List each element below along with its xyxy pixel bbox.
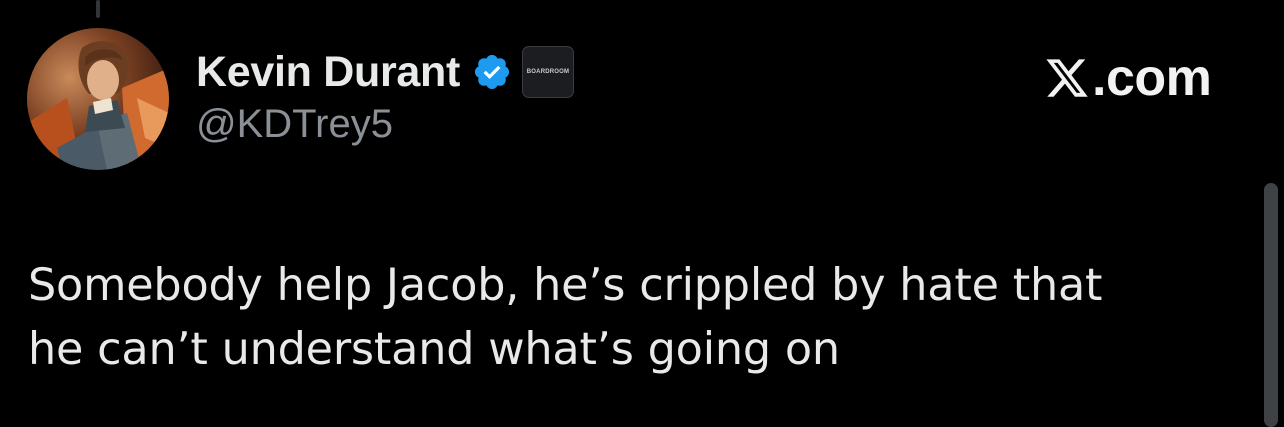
tweet-text-line-1: Somebody help Jacob, he’s crippled by ha… xyxy=(28,260,1103,311)
brand-watermark: .com xyxy=(1044,49,1212,107)
x-logo-icon xyxy=(1044,55,1090,101)
brand-suffix: .com xyxy=(1092,49,1212,107)
affiliate-badge[interactable]: BOARDROOM xyxy=(522,46,574,98)
affiliate-badge-label: BOARDROOM xyxy=(526,69,570,75)
tweet-text-line-2: he can’t understand what’s going on xyxy=(28,324,840,375)
verified-badge-icon[interactable] xyxy=(472,52,512,92)
author-display-name[interactable]: Kevin Durant xyxy=(196,50,460,94)
author-handle[interactable]: @KDTrey5 xyxy=(196,104,574,144)
name-row: Kevin Durant BOARDROOM xyxy=(196,44,574,100)
thread-connector-line xyxy=(96,0,100,18)
tweet-body: Somebody help Jacob, he’s crippled by ha… xyxy=(28,254,1228,382)
tweet-header: Kevin Durant BOARDROOM @KDTrey5 xyxy=(196,44,574,144)
scrollbar[interactable] xyxy=(1264,183,1278,427)
avatar-image xyxy=(27,28,169,170)
avatar[interactable] xyxy=(27,28,169,170)
